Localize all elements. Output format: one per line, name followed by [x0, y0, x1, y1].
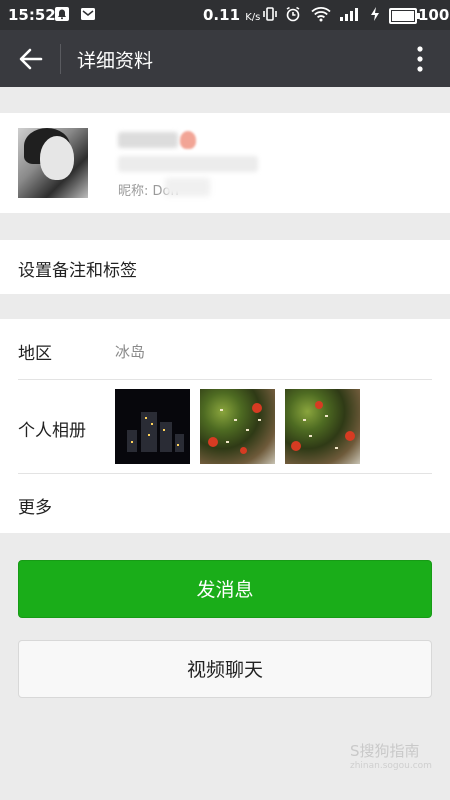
battery-icon [389, 8, 420, 24]
album-label: 个人相册 [18, 421, 86, 441]
network-speed: 0.11 K/s [203, 6, 261, 24]
signal-bars-icon [340, 8, 358, 21]
battery-level: 100 [418, 6, 450, 24]
avatar[interactable] [18, 128, 88, 198]
status-time: 15:52 [8, 6, 56, 24]
album-photo-food[interactable] [200, 389, 275, 464]
notification-bell-icon [55, 7, 69, 21]
nickname-blur [165, 178, 210, 196]
mail-icon [81, 8, 95, 20]
wifi-icon [311, 7, 331, 22]
album-photo-food[interactable] [285, 389, 360, 464]
page-title: 详细资料 [77, 50, 154, 72]
status-bar: 15:52 0.11 K/s 100 [0, 0, 450, 30]
app-bar: 详细资料 [0, 30, 450, 87]
info-card: 地区 冰岛 个人相册 更多 [0, 319, 450, 533]
region-label: 地区 [18, 344, 52, 364]
row-divider [18, 379, 432, 380]
remark-tags-label: 设置备注和标签 [18, 261, 137, 281]
appbar-divider [60, 44, 61, 74]
gender-icon [180, 131, 196, 149]
blurred-name [118, 132, 178, 148]
alarm-clock-icon [286, 6, 300, 22]
more-vertical-icon[interactable] [412, 44, 428, 74]
arrow-left-icon[interactable] [18, 46, 44, 72]
more-label: 更多 [18, 498, 52, 518]
region-value: 冰岛 [115, 343, 146, 361]
charging-bolt-icon [371, 7, 379, 21]
blurred-wechat-id [118, 156, 258, 172]
row-divider [18, 473, 432, 474]
remark-tags-row[interactable]: 设置备注和标签 [0, 240, 450, 294]
album-photo-night-city[interactable] [115, 389, 190, 464]
vibrate-icon [263, 7, 277, 21]
video-chat-button[interactable]: 视频聊天 [18, 640, 432, 698]
send-message-button[interactable]: 发消息 [18, 560, 432, 618]
sogou-watermark: S搜狗指南 zhinan.sogou.com [350, 742, 432, 771]
